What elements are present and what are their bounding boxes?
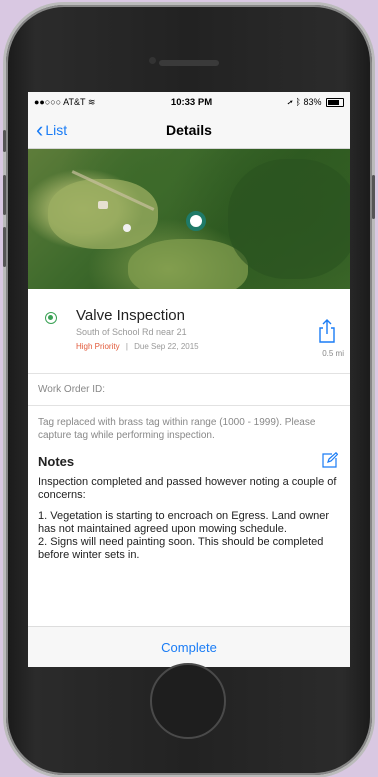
note-paragraph: 2. Signs will need painting soon. This s… (38, 536, 324, 561)
status-bar: ●●○○○ AT&T ≋ 10:33 PM ➚ ᛒ 83% (28, 92, 350, 112)
complete-button[interactable]: Complete (161, 640, 217, 655)
map-field (128, 239, 248, 289)
carrier-label: ●●○○○ AT&T ≋ (34, 96, 96, 107)
status-radio-icon[interactable] (45, 312, 57, 324)
notes-header: Notes (28, 452, 350, 472)
work-order-location: South of School Rd near 21 (76, 327, 187, 337)
front-camera (149, 57, 156, 64)
power-button (372, 175, 375, 219)
bluetooth-icon: ᛒ (295, 96, 301, 107)
edit-icon[interactable] (322, 452, 338, 468)
location-arrow-icon: ➚ (287, 96, 294, 107)
home-button[interactable] (150, 663, 226, 739)
priority-label: High Priority (76, 342, 120, 351)
distance-label: 0.5 mi (322, 349, 344, 358)
page-title: Details (166, 122, 212, 138)
meta-separator: | (125, 342, 128, 351)
back-button[interactable]: ‹ List (36, 112, 67, 148)
screen: ●●○○○ AT&T ≋ 10:33 PM ➚ ᛒ 83% ‹ List Det… (28, 92, 350, 667)
battery-percent: 83% (303, 96, 322, 107)
status-right: ➚ ᛒ 83% (287, 96, 344, 108)
notes-heading: Notes (38, 454, 75, 469)
note-paragraph: Inspection completed and passed however … (38, 476, 337, 501)
map-view[interactable] (28, 149, 350, 289)
work-order-title: Valve Inspection (76, 307, 185, 324)
chevron-left-icon: ‹ (36, 117, 44, 142)
map-building (123, 224, 131, 232)
note-paragraph: 1. Vegetation is starting to encroach on… (38, 510, 330, 535)
phone-frame: ●●○○○ AT&T ≋ 10:33 PM ➚ ᛒ 83% ‹ List Det… (3, 5, 375, 775)
share-icon[interactable] (318, 319, 336, 343)
earpiece (159, 60, 219, 66)
bottom-toolbar: Complete (28, 626, 350, 667)
work-order-description: Tag replaced with brass tag within range… (38, 417, 316, 441)
notes-body: Inspection completed and passed however … (28, 472, 350, 574)
map-field (48, 179, 158, 249)
volume-down-button (3, 227, 6, 267)
volume-up-button (3, 175, 6, 215)
back-label: List (45, 122, 68, 138)
navigation-bar: ‹ List Details (28, 112, 350, 149)
mute-switch (3, 130, 6, 152)
map-trees (228, 159, 350, 279)
due-date: Due Sep 22, 2015 (134, 342, 199, 351)
work-order-meta: High Priority | Due Sep 22, 2015 (76, 342, 336, 351)
map-pin-icon[interactable] (186, 211, 206, 231)
wifi-icon: ≋ (87, 96, 96, 107)
work-order-header: Valve Inspection South of School Rd near… (28, 289, 350, 374)
battery-icon (325, 98, 344, 108)
status-time: 10:33 PM (170, 96, 213, 108)
map-building (98, 201, 108, 209)
work-order-id: Work Order ID: (28, 374, 350, 406)
